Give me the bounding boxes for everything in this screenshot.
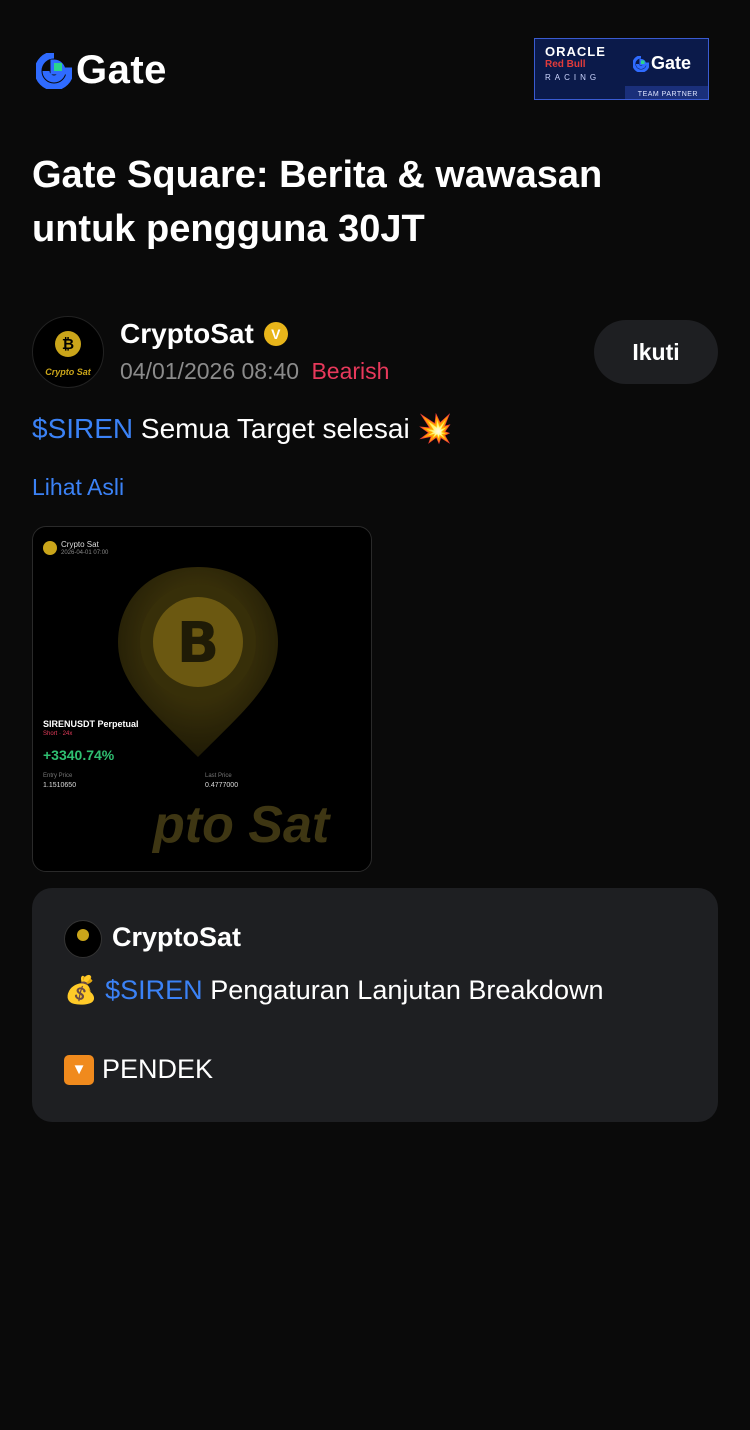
author-name-row: CryptoSat V xyxy=(120,318,288,350)
quoted-line-1: 💰 $SIREN Pengaturan Lanjutan Breakdown xyxy=(64,974,603,1006)
quoted-ticker-link[interactable]: $SIREN xyxy=(105,975,203,1005)
quoted-line-2: ▼ PENDEK xyxy=(64,1054,213,1085)
avatar-brand-text: Crypto Sat xyxy=(45,367,91,377)
ticker-link[interactable]: $SIREN xyxy=(32,413,133,444)
author-name[interactable]: CryptoSat xyxy=(120,318,254,350)
image-pair: SIRENUSDT Perpetual xyxy=(43,719,139,729)
logo-text: Gate xyxy=(76,48,167,92)
sentiment-badge: Bearish xyxy=(311,358,390,384)
badge-partner-text: TEAM PARTNER xyxy=(637,91,698,98)
verified-icon: V xyxy=(263,322,288,346)
post-text: $SIREN Semua Target selesai 💥 xyxy=(32,412,452,445)
image-date: 2026-04-01 07:00 xyxy=(61,550,109,556)
post-author-row: ₿ Crypto Sat CryptoSat V 04/01/2026 08:4… xyxy=(32,316,718,388)
team-partner-badge: ORACLE Red Bull RACING Gate TEAM PARTNER xyxy=(534,38,709,100)
image-position-tag: Short · 24x xyxy=(43,731,73,737)
bitcoin-icon: ₿ xyxy=(55,331,81,357)
gate-logo-icon xyxy=(36,52,72,89)
image-last-value: 0.4777000 xyxy=(205,782,239,789)
follow-button[interactable]: Ikuti xyxy=(594,320,718,384)
image-pnl: +3340.74% xyxy=(43,747,115,763)
image-watermark-text: pto Sat xyxy=(153,796,330,854)
image-entry-label: Entry Price xyxy=(43,773,73,779)
post-meta: 04/01/2026 08:40 Bearish xyxy=(120,358,389,385)
view-original-link[interactable]: Lihat Asli xyxy=(32,474,124,501)
gate-logo-icon xyxy=(633,55,649,72)
quoted-post[interactable]: CryptoSat 💰 $SIREN Pengaturan Lanjutan B… xyxy=(32,888,718,1122)
badge-gate-text: Gate xyxy=(651,53,692,73)
image-entry-value: 1.1510650 xyxy=(43,782,77,789)
quoted-avatar xyxy=(64,920,102,958)
post-datetime: 04/01/2026 08:40 xyxy=(120,358,300,384)
post-image[interactable]: B Crypto Sat 2026-04-01 07:00 pto Sat SI… xyxy=(32,526,372,872)
badge-gate-logo: Gate xyxy=(633,53,691,74)
quoted-author: CryptoSat xyxy=(112,922,242,952)
badge-oracle: ORACLE xyxy=(545,44,606,59)
down-arrow-icon: ▼ xyxy=(64,1054,94,1085)
page-title: Gate Square: Berita & wawasan untuk peng… xyxy=(32,154,603,250)
badge-racing: RACING xyxy=(545,73,601,82)
badge-redbull: Red Bull xyxy=(545,59,586,70)
image-last-label: Last Price xyxy=(205,773,232,779)
header: Gate ORACLE Red Bull RACING Gate TEAM PA… xyxy=(0,0,750,140)
quoted-line-1-text: Pengaturan Lanjutan Breakdown xyxy=(202,975,604,1005)
gate-logo[interactable]: Gate xyxy=(36,48,167,93)
quoted-line-2-text: PENDEK xyxy=(102,1054,214,1084)
money-bag-icon: 💰 xyxy=(64,975,98,1005)
image-author: Crypto Sat xyxy=(61,540,99,549)
image-avatar xyxy=(43,541,57,555)
avatar[interactable]: ₿ Crypto Sat xyxy=(32,316,104,388)
post-body: Semua Target selesai 💥 xyxy=(133,413,453,444)
